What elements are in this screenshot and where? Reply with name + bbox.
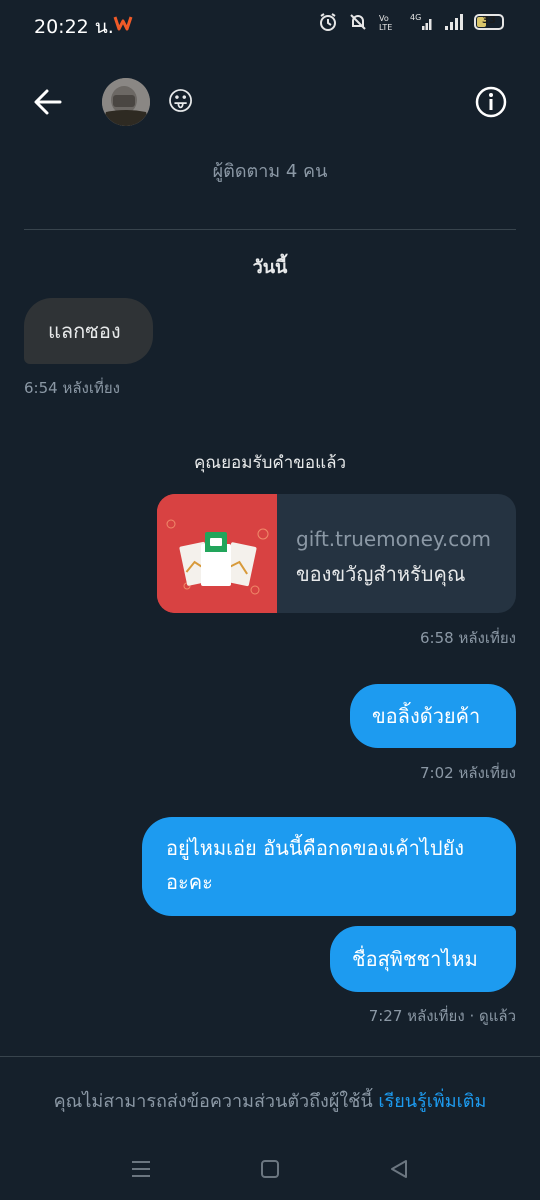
battery-icon: 33 <box>474 14 504 30</box>
svg-text:4G: 4G <box>410 13 421 22</box>
dm-screen: 20:22 น. Vo LTE 4G 33 😛 ผู้ติดตาม 4 คน ว… <box>0 0 540 1200</box>
header-emoji: 😛 <box>167 87 195 117</box>
message-time: 7:02 หลังเที่ยง <box>420 764 516 782</box>
followers-count[interactable]: ผู้ติดตาม 4 คน <box>0 156 540 185</box>
status-bar: 20:22 น. Vo LTE 4G 33 <box>0 0 540 50</box>
signal-icon <box>445 14 463 30</box>
message-text: ขอลิ้งด้วยค้า <box>372 704 481 728</box>
message-bubble-outgoing[interactable]: ชื่อสุพิชชาไหม <box>330 926 516 992</box>
message-text: ชื่อสุพิชชาไหม <box>352 947 478 971</box>
message-time: 6:58 หลังเที่ยง <box>420 629 516 647</box>
footer-note-text: คุณไม่สามารถส่งข้อความส่วนตัวถึงผู้ใช้นี… <box>53 1091 379 1112</box>
signal-4g-icon: 4G <box>410 13 432 30</box>
svg-text:LTE: LTE <box>379 23 392 32</box>
gift-card-title: ของขวัญสำหรับคุณ <box>296 562 466 586</box>
message-time-seen: 7:27 หลังเที่ยง · ดูแล้ว <box>368 1007 516 1025</box>
mute-icon <box>350 14 366 30</box>
gift-envelope-image <box>157 494 277 613</box>
avatar[interactable] <box>102 78 150 126</box>
message-text: แลกซอง <box>48 319 121 343</box>
svg-text:Vo: Vo <box>379 14 389 23</box>
request-accepted-note: คุณยอมรับคำขอแล้ว <box>193 453 347 473</box>
home-icon[interactable] <box>257 1156 283 1182</box>
info-icon[interactable] <box>474 85 508 119</box>
day-label: วันนี้ <box>252 257 288 278</box>
avatar-photo <box>102 78 150 126</box>
cannot-message-note: คุณไม่สามารถส่งข้อความส่วนตัวถึงผู้ใช้นี… <box>0 1086 540 1115</box>
menu-icon[interactable] <box>128 1156 154 1182</box>
message-text-line: อะคะ <box>166 870 213 894</box>
red-envelope-icon <box>157 494 277 613</box>
gift-link-card[interactable]: gift.truemoney.com ของขวัญสำหรับคุณ <box>157 494 516 613</box>
message-text-line: อยู่ไหมเอ่ย อันนี้คือกดของเค้าไปยัง <box>166 836 465 860</box>
battery-level: 33 <box>482 15 496 26</box>
status-icons: Vo LTE 4G 33 <box>318 12 504 32</box>
footer-divider <box>0 1056 540 1057</box>
message-bubble-outgoing[interactable]: อยู่ไหมเอ่ย อันนี้คือกดของเค้าไปยัง อะคะ <box>142 817 516 916</box>
alarm-icon <box>320 13 336 31</box>
back-icon[interactable] <box>386 1156 412 1182</box>
volte-icon: Vo LTE <box>379 14 392 32</box>
back-arrow-icon[interactable] <box>30 84 66 120</box>
message-bubble-outgoing[interactable]: ขอลิ้งด้วยค้า <box>350 684 516 748</box>
message-time: 6:54 หลังเที่ยง <box>24 379 120 397</box>
status-time: 20:22 น. <box>34 16 114 38</box>
navigation-bar <box>0 1140 540 1200</box>
learn-more-link[interactable]: เรียนรู้เพิ่มเติม <box>378 1091 486 1112</box>
header-divider <box>24 229 516 230</box>
message-bubble-incoming[interactable]: แลกซอง <box>24 298 153 364</box>
gift-card-domain: gift.truemoney.com <box>296 527 491 551</box>
shopee-app-icon <box>113 16 133 31</box>
